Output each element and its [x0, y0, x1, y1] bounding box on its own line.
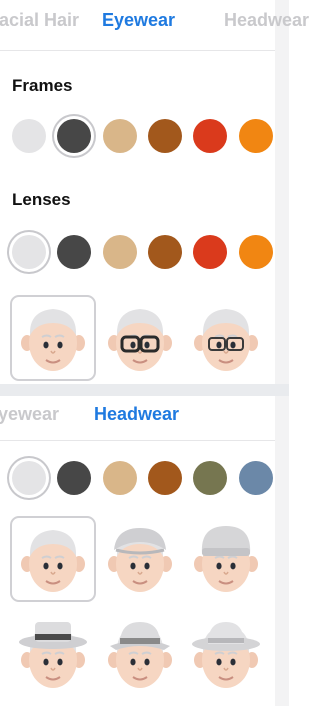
frame-color-swatch-4[interactable]	[148, 119, 182, 153]
hat-color-row	[0, 458, 275, 498]
lenses-heading: Lenses	[12, 190, 71, 209]
frame-color-swatch-3[interactable]	[103, 119, 137, 153]
tab-eyewear[interactable]: Eyewear	[102, 10, 175, 31]
screenshot-divider	[0, 384, 289, 396]
lens-color-swatch-3[interactable]	[103, 235, 137, 269]
bottom-tab-bar: Eyewear Headwear	[0, 396, 275, 436]
headwear-option-beanie[interactable]	[183, 516, 269, 602]
top-tab-bar: Facial Hair Eyewear Headwear	[0, 0, 309, 40]
frame-color-swatch-6[interactable]	[239, 119, 273, 153]
hat-color-swatch-6[interactable]	[239, 461, 273, 495]
hat-color-swatch-1[interactable]	[12, 461, 46, 495]
hat-color-swatch-2[interactable]	[57, 461, 91, 495]
side-strip	[275, 0, 289, 706]
eyewear-option-none[interactable]	[10, 295, 96, 381]
lens-color-swatch-2[interactable]	[57, 235, 91, 269]
tab-headwear[interactable]: Headwear	[94, 404, 179, 425]
tab-headwear[interactable]: Headwear	[224, 10, 309, 31]
headwear-option-none[interactable]	[10, 516, 96, 602]
headwear-option-sun-hat[interactable]	[183, 612, 269, 698]
lens-color-row	[0, 232, 275, 272]
headwear-option-porkpie[interactable]	[10, 612, 96, 698]
frame-color-swatch-2[interactable]	[57, 119, 91, 153]
frame-color-swatch-5[interactable]	[193, 119, 227, 153]
hat-color-swatch-3[interactable]	[103, 461, 137, 495]
lens-color-swatch-5[interactable]	[193, 235, 227, 269]
eyewear-panel: Facial Hair Eyewear Headwear Frames Lens…	[0, 0, 309, 384]
headwear-panel: Eyewear Headwear	[0, 396, 275, 706]
lens-color-swatch-4[interactable]	[148, 235, 182, 269]
hat-color-swatch-4[interactable]	[148, 461, 182, 495]
lens-color-swatch-6[interactable]	[239, 235, 273, 269]
frame-color-row	[0, 116, 275, 156]
divider	[0, 440, 275, 441]
tab-facial-hair[interactable]: Facial Hair	[0, 10, 79, 31]
frame-color-swatch-1[interactable]	[12, 119, 46, 153]
headwear-option-flat-cap[interactable]	[97, 516, 183, 602]
eyewear-option-thin-frames[interactable]	[183, 295, 269, 381]
tab-eyewear[interactable]: Eyewear	[0, 404, 59, 425]
eyewear-option-thick-frames[interactable]	[97, 295, 183, 381]
headwear-option-bucket-hat[interactable]	[97, 612, 183, 698]
lens-color-swatch-1[interactable]	[12, 235, 46, 269]
divider	[0, 50, 275, 51]
hat-color-swatch-5[interactable]	[193, 461, 227, 495]
frames-heading: Frames	[12, 76, 73, 95]
